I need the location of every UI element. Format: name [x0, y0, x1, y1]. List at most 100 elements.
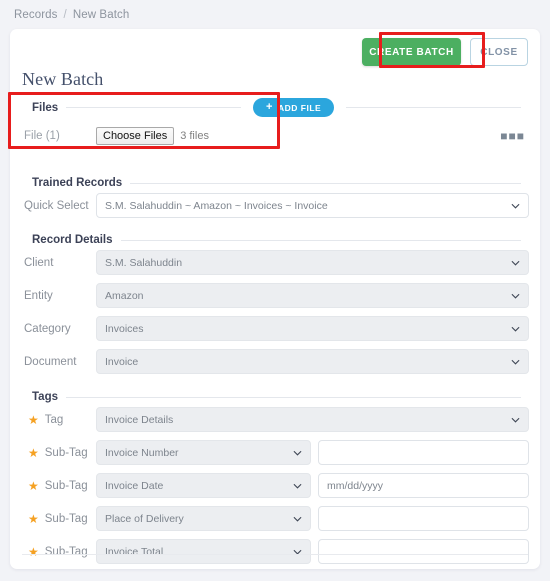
trained-records-label: Trained Records: [32, 177, 123, 189]
sub-tag-value: Place of Delivery: [105, 512, 184, 525]
close-button[interactable]: CLOSE: [470, 38, 528, 66]
sub-tag-input[interactable]: [318, 539, 529, 564]
tag-dropdown[interactable]: Invoice Details: [96, 407, 529, 432]
category-dropdown[interactable]: Invoices: [96, 316, 529, 341]
tags-header: Tags: [22, 391, 529, 403]
star-icon: ★: [28, 511, 39, 526]
chevron-down-icon: [293, 448, 302, 457]
sub-tag-label-group: ★ Sub-Tag: [22, 513, 96, 525]
chevron-down-icon: [511, 291, 520, 300]
sub-tag-dropdown[interactable]: Invoice Number: [96, 440, 311, 465]
record-details-section: Record Details Client S.M. Salahuddin En…: [22, 234, 529, 378]
star-icon: ★: [28, 544, 39, 559]
card-action-bar: CREATE BATCH CLOSE: [362, 38, 528, 66]
entity-value: Amazon: [105, 289, 144, 302]
record-details-rule: [120, 239, 521, 241]
chevron-down-icon: [511, 415, 520, 424]
document-dropdown[interactable]: Invoice: [96, 349, 529, 374]
trained-records-rule: [130, 182, 521, 184]
files-section: Files + ADD FILE File (1) Choose Files 3…: [22, 94, 529, 150]
choose-files-button[interactable]: Choose Files: [96, 126, 175, 145]
sub-tag-row: ★ Sub-Tag Invoice Number: [22, 436, 529, 469]
sub-tag-label-group: ★ Sub-Tag: [22, 447, 96, 459]
tag-row: ★ Tag Invoice Details: [22, 403, 529, 436]
client-dropdown[interactable]: S.M. Salahuddin: [96, 250, 529, 275]
entity-label: Entity: [24, 289, 53, 302]
breadcrumb-separator: /: [63, 8, 67, 21]
record-field-row-client: Client S.M. Salahuddin: [22, 246, 529, 279]
trained-records-section: Trained Records Quick Select S.M. Salahu…: [22, 177, 529, 222]
record-field-row-entity: Entity Amazon: [22, 279, 529, 312]
sub-tag-dropdown[interactable]: Invoice Date: [96, 473, 311, 498]
breadcrumb-item-records[interactable]: Records: [14, 9, 58, 21]
sub-tag-date-placeholder: mm/dd/yyyy: [327, 479, 384, 492]
file-upload-input[interactable]: Choose Files 3 files: [96, 126, 209, 145]
document-label: Document: [24, 355, 77, 368]
chevron-down-icon: [511, 324, 520, 333]
tag-value: Invoice Details: [105, 413, 174, 426]
sub-tag-label: Sub-Tag: [44, 446, 88, 459]
page-title: New Batch: [22, 69, 104, 89]
tags-label: Tags: [32, 391, 58, 403]
quick-select-value: S.M. Salahuddin ~ Amazon ~ Invoices ~ In…: [105, 199, 328, 212]
record-field-row-document: Document Invoice: [22, 345, 529, 378]
sub-tag-value: Invoice Date: [105, 479, 164, 492]
tags-rule: [66, 396, 521, 398]
sub-tag-input[interactable]: [318, 506, 529, 531]
star-icon: ★: [28, 412, 39, 427]
trained-records-header: Trained Records: [22, 177, 529, 189]
create-batch-button[interactable]: CREATE BATCH: [362, 38, 461, 66]
tag-label: Tag: [44, 413, 64, 426]
files-section-label: Files: [32, 101, 59, 114]
chevron-down-icon: [511, 357, 520, 366]
add-file-label: ADD FILE: [277, 102, 322, 113]
files-rule-left: [66, 107, 242, 108]
sub-tag-label: Sub-Tag: [44, 479, 88, 492]
breadcrumb: Records / New Batch: [0, 0, 550, 29]
sub-tag-row: ★ Sub-Tag Place of Delivery: [22, 502, 529, 535]
new-batch-card: CREATE BATCH CLOSE New Batch Files + ADD…: [10, 29, 540, 569]
file-row: File (1) Choose Files 3 files ■■■: [22, 121, 529, 150]
sub-tag-input[interactable]: [318, 440, 529, 465]
category-value: Invoices: [105, 322, 144, 335]
file-row-label: File (1): [24, 129, 60, 142]
entity-dropdown[interactable]: Amazon: [96, 283, 529, 308]
files-rule-right: [346, 107, 522, 108]
chevron-down-icon: [511, 201, 520, 210]
document-value: Invoice: [105, 355, 139, 368]
chevron-down-icon: [293, 514, 302, 523]
record-details-header: Record Details: [22, 234, 529, 246]
sub-tag-row: ★ Sub-Tag Invoice Date mm/dd/yyyy: [22, 469, 529, 502]
star-icon: ★: [28, 478, 39, 493]
quick-select-dropdown[interactable]: S.M. Salahuddin ~ Amazon ~ Invoices ~ In…: [96, 193, 529, 218]
sub-tag-row: ★ Sub-Tag Invoice Total: [22, 535, 529, 568]
sub-tag-label: Sub-Tag: [44, 545, 88, 558]
tag-label-group: ★ Tag: [22, 414, 96, 426]
chevron-down-icon: [293, 481, 302, 490]
sub-tag-value: Invoice Total: [105, 545, 164, 558]
files-section-header: Files + ADD FILE: [22, 94, 529, 121]
plus-icon: +: [266, 101, 273, 113]
sub-tag-value: Invoice Number: [105, 446, 179, 459]
tags-section: Tags ★ Tag Invoice Details ★ Sub-Tag Inv…: [22, 391, 529, 568]
sub-tag-label-group: ★ Sub-Tag: [22, 480, 96, 492]
file-count-text: 3 files: [180, 129, 209, 142]
client-label: Client: [24, 256, 54, 269]
chevron-down-icon: [511, 258, 520, 267]
sub-tag-dropdown[interactable]: Place of Delivery: [96, 506, 311, 531]
ellipsis-icon[interactable]: ■■■: [500, 130, 529, 142]
client-value: S.M. Salahuddin: [105, 256, 183, 269]
quick-select-label: Quick Select: [24, 199, 89, 212]
card-bottom-divider: [22, 554, 528, 555]
add-file-button[interactable]: + ADD FILE: [253, 98, 335, 117]
category-label: Category: [24, 322, 71, 335]
sub-tag-date-input[interactable]: mm/dd/yyyy: [318, 473, 529, 498]
quick-select-row: Quick Select S.M. Salahuddin ~ Amazon ~ …: [22, 189, 529, 222]
sub-tag-label-group: ★ Sub-Tag: [22, 546, 96, 558]
record-field-row-category: Category Invoices: [22, 312, 529, 345]
sub-tag-dropdown[interactable]: Invoice Total: [96, 539, 311, 564]
sub-tag-label: Sub-Tag: [44, 512, 88, 525]
star-icon: ★: [28, 445, 39, 460]
breadcrumb-item-new-batch: New Batch: [72, 8, 130, 21]
record-details-label: Record Details: [32, 234, 113, 246]
